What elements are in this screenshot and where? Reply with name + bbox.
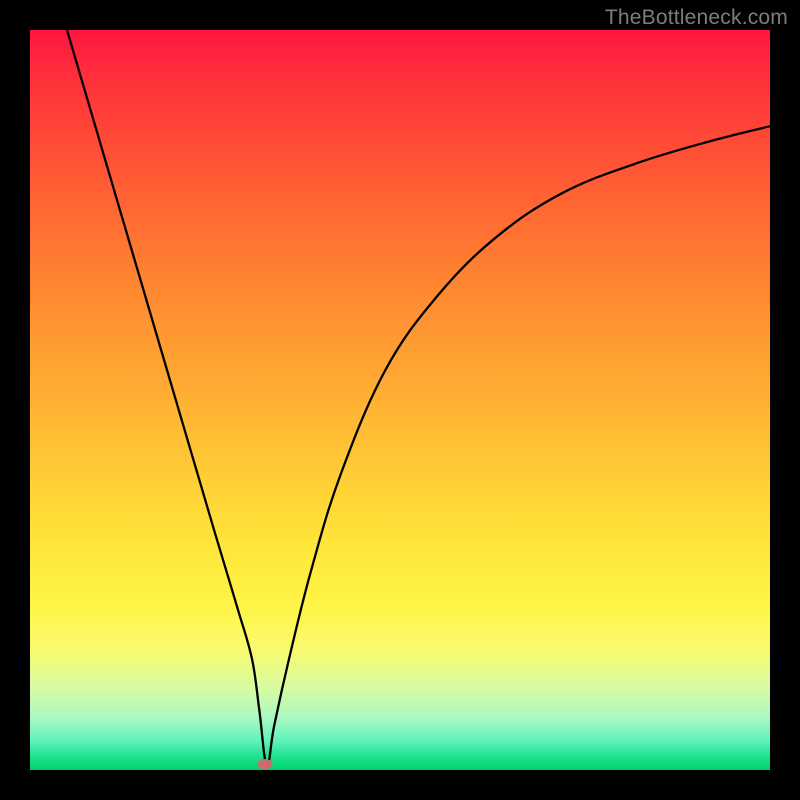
bottleneck-curve <box>67 30 770 767</box>
minimum-marker <box>258 759 273 769</box>
watermark-text: TheBottleneck.com <box>605 6 788 30</box>
curve-svg <box>30 30 770 770</box>
plot-area <box>30 30 770 770</box>
chart-frame: TheBottleneck.com <box>0 0 800 800</box>
